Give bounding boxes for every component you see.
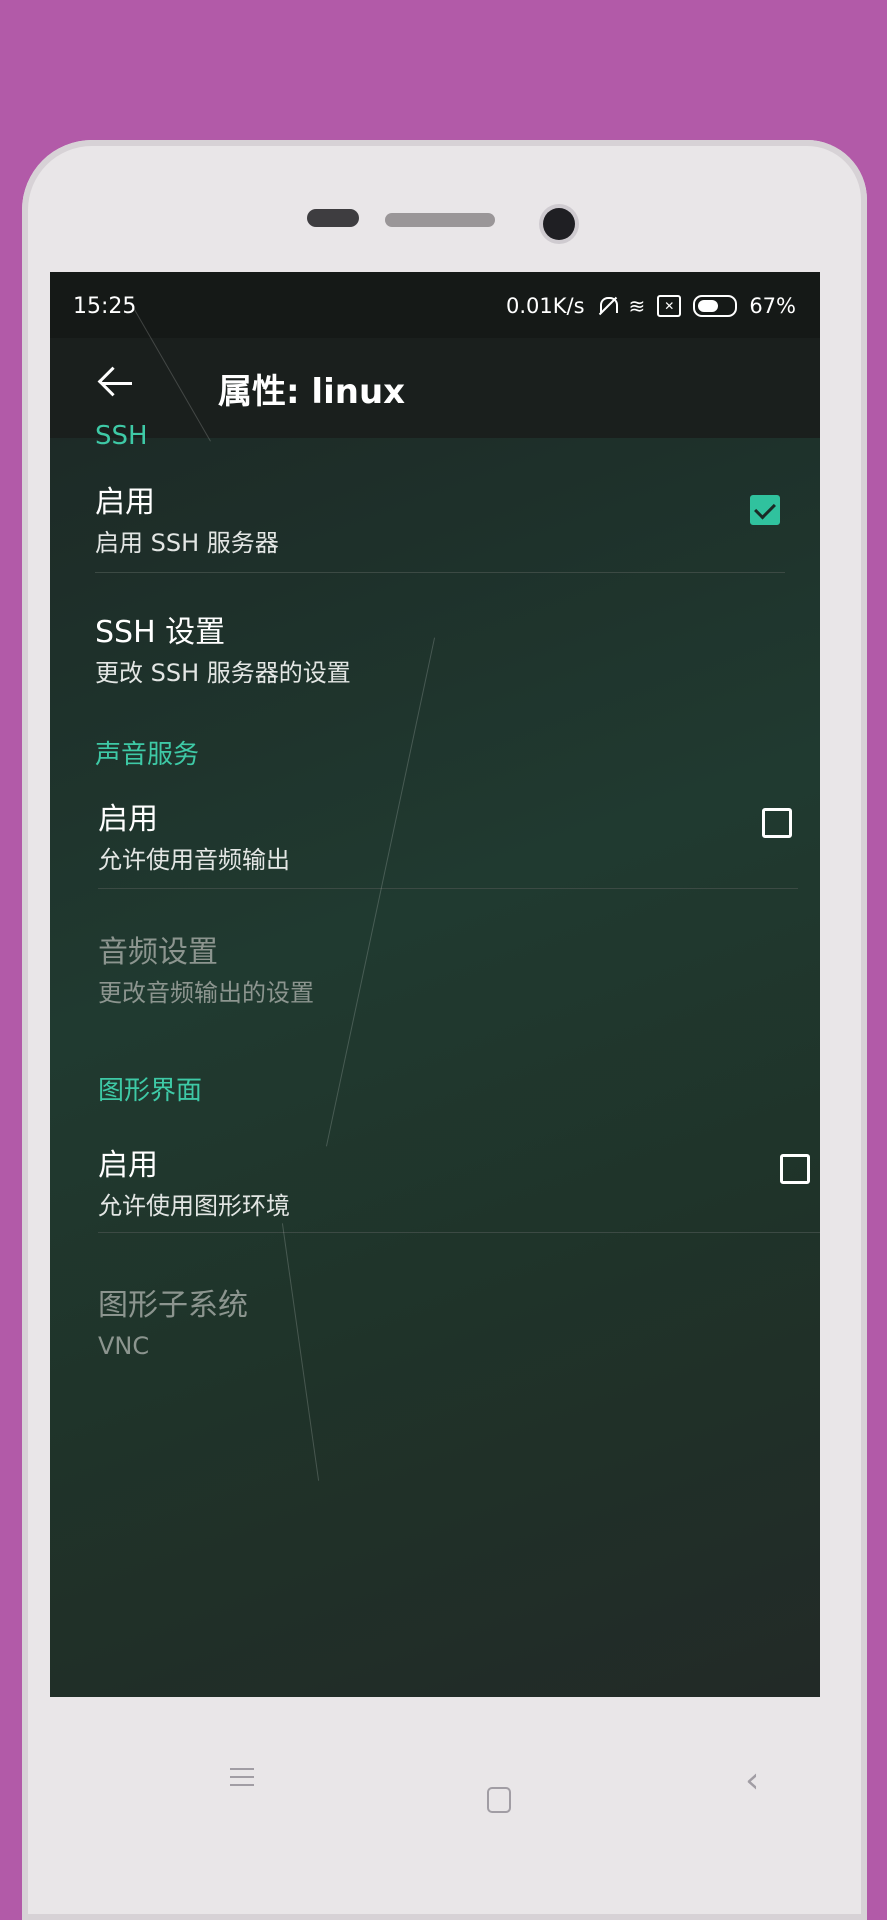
ssh-enable-checkbox[interactable]: [750, 495, 780, 525]
pref-ssh-settings[interactable]: SSH 设置 更改 SSH 服务器的设置: [50, 607, 820, 707]
pref-title: 音频设置: [98, 935, 218, 970]
graphics-enable-checkbox[interactable]: [780, 1154, 810, 1184]
home-icon[interactable]: [487, 1787, 511, 1813]
back-key-icon[interactable]: ‹: [745, 1760, 759, 1801]
pref-graphics-subsystem[interactable]: 图形子系统 VNC: [50, 1280, 820, 1380]
status-bar: 15:25 0.01K/s ≋ ✕ 67%: [50, 272, 820, 338]
divider: [95, 572, 785, 573]
arrow-left-icon[interactable]: [96, 363, 136, 403]
divider: [98, 1232, 820, 1233]
status-time: 15:25: [73, 294, 137, 319]
divider: [98, 888, 798, 889]
pref-subtitle: 启用 SSH 服务器: [95, 529, 279, 557]
pref-subtitle: 允许使用图形环境: [98, 1192, 290, 1220]
pref-sound-enable[interactable]: 启用 允许使用音频输出: [50, 794, 820, 894]
pref-ssh-enable[interactable]: 启用 启用 SSH 服务器: [50, 477, 820, 577]
screen: 15:25 0.01K/s ≋ ✕ 67% 属性: linux SSH 启用 启…: [50, 272, 820, 1697]
page-title: 属性: linux: [218, 372, 406, 412]
pref-subtitle: VNC: [98, 1332, 150, 1360]
menu-icon[interactable]: [230, 1768, 254, 1792]
proximity-sensor: [307, 209, 359, 227]
battery-icon: [693, 295, 738, 317]
pref-title: 启用: [98, 1148, 158, 1183]
sim-icon: ✕: [657, 295, 682, 317]
pref-graphics-enable[interactable]: 启用 允许使用图形环境: [50, 1140, 820, 1240]
earpiece-speaker: [385, 213, 495, 227]
battery-percent: 67%: [749, 294, 796, 318]
pref-title: 图形子系统: [98, 1288, 248, 1323]
network-speed: 0.01K/s: [506, 294, 585, 318]
pref-subtitle: 允许使用音频输出: [98, 846, 290, 874]
sound-enable-checkbox[interactable]: [762, 808, 792, 838]
status-indicators: 0.01K/s ≋ ✕ 67%: [506, 294, 796, 318]
pref-title: 启用: [98, 802, 158, 837]
front-camera: [543, 208, 575, 240]
app-bar: 属性: linux: [50, 338, 820, 438]
bell-muted-icon: [597, 295, 618, 317]
wifi-icon: ≋: [628, 294, 646, 318]
check-icon: [754, 497, 776, 520]
pref-audio-settings[interactable]: 音频设置 更改音频输出的设置: [50, 927, 820, 1027]
battery-fill: [698, 300, 719, 312]
pref-title: 启用: [95, 485, 155, 520]
pref-subtitle: 更改 SSH 服务器的设置: [95, 659, 351, 687]
pref-subtitle: 更改音频输出的设置: [98, 979, 314, 1007]
pref-title: SSH 设置: [95, 615, 226, 650]
